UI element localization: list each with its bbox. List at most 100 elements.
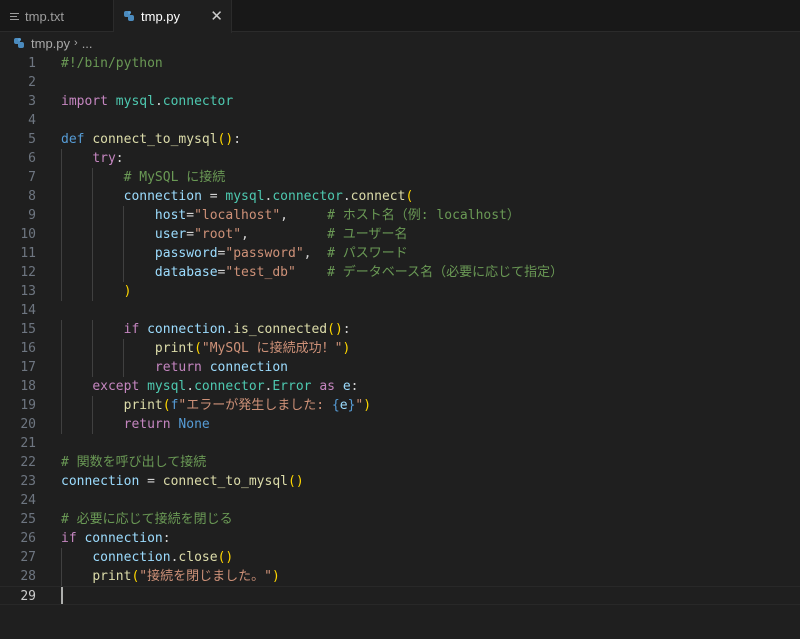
line-code: except mysql.connector.Error as e: (92, 379, 359, 394)
line-number: 10 (20, 227, 36, 242)
line-number: 27 (20, 550, 36, 565)
chevron-right-icon: › (74, 37, 78, 49)
code-line[interactable]: 21 (0, 434, 800, 453)
code-line[interactable]: 12 database="test_db" # データベース名（必要に応じて指定… (0, 263, 800, 282)
code-line[interactable]: 15 if connection.is_connected(): (0, 320, 800, 339)
text-file-icon (10, 12, 19, 21)
code-line[interactable]: 1 #!/bin/python (0, 54, 800, 73)
indent-guide (92, 396, 93, 415)
line-code: user="root", # ユーザー名 (154, 227, 408, 242)
line-number: 21 (20, 436, 36, 451)
tab-tmp-txt[interactable]: tmp.txt (0, 0, 114, 32)
indent-guide (61, 567, 62, 586)
line-code: password="password", # パスワード (154, 246, 408, 261)
indent-guide (92, 415, 93, 434)
line-number: 8 (28, 189, 36, 204)
indent-guide (61, 358, 62, 377)
tab-label: tmp.py (141, 9, 181, 24)
code-line[interactable]: 11 password="password", # パスワード (0, 244, 800, 263)
line-number: 4 (28, 113, 36, 128)
line-code: if connection.is_connected(): (123, 322, 351, 337)
indent-guide (92, 206, 93, 225)
code-line[interactable]: 28 print("接続を閉じました。") (0, 567, 800, 586)
code-line[interactable]: 13 ) (0, 282, 800, 301)
line-number: 14 (20, 303, 36, 318)
line-code: ) (123, 284, 132, 299)
code-line[interactable]: 19 print(f"エラーが発生しました: {e}") (0, 396, 800, 415)
line-number: 19 (20, 398, 36, 413)
line-number: 5 (28, 132, 36, 147)
line-number: 29 (20, 589, 36, 604)
code-line[interactable]: 16 print("MySQL に接続成功！") (0, 339, 800, 358)
line-code: print(f"エラーが発生しました: {e}") (123, 398, 372, 413)
code-line[interactable]: 25 # 必要に応じて接続を閉じる (0, 510, 800, 529)
code-line[interactable]: 10 user="root", # ユーザー名 (0, 225, 800, 244)
indent-guide (92, 187, 93, 206)
line-number: 9 (28, 208, 36, 223)
indent-guide (61, 168, 62, 187)
line-number: 15 (20, 322, 36, 337)
code-line[interactable]: 23 connection = connect_to_mysql() (0, 472, 800, 491)
indent-guide (92, 282, 93, 301)
line-code: # MySQL に接続 (123, 170, 226, 185)
indent-guide (123, 206, 124, 225)
code-editor[interactable]: 1 #!/bin/python 2 3 import mysql.connector 4 5… (0, 54, 800, 639)
indent-guide (123, 244, 124, 263)
close-icon[interactable]: ✕ (210, 7, 223, 25)
breadcrumb-file[interactable]: tmp.py (31, 36, 70, 51)
line-number: 22 (20, 455, 36, 470)
line-code: print("接続を閉じました。") (92, 569, 280, 584)
indent-guide (61, 187, 62, 206)
line-number: 24 (20, 493, 36, 508)
line-code: return connection (154, 360, 288, 375)
line-code: # 必要に応じて接続を閉じる (61, 512, 233, 527)
indent-guide (61, 339, 62, 358)
code-line[interactable]: 6 try: (0, 149, 800, 168)
line-number: 1 (28, 56, 36, 71)
code-line[interactable]: 27 connection.close() (0, 548, 800, 567)
code-line[interactable]: 20 return None (0, 415, 800, 434)
line-number: 23 (20, 474, 36, 489)
code-line[interactable]: 2 (0, 73, 800, 92)
code-line[interactable]: 14 (0, 301, 800, 320)
line-code: host="localhost", # ホスト名（例: localhost） (154, 208, 520, 223)
indent-guide (61, 548, 62, 567)
line-code: database="test_db" # データベース名（必要に応じて指定） (154, 265, 564, 280)
code-line[interactable]: 5 def connect_to_mysql(): (0, 130, 800, 149)
indent-guide (61, 149, 62, 168)
code-line[interactable]: 7 # MySQL に接続 (0, 168, 800, 187)
indent-guide (123, 263, 124, 282)
line-code: print("MySQL に接続成功！") (154, 341, 351, 356)
breadcrumb-more[interactable]: ... (82, 36, 93, 51)
python-icon (14, 37, 25, 49)
code-line[interactable]: 26 if connection: (0, 529, 800, 548)
code-line[interactable]: 17 return connection (0, 358, 800, 377)
text-cursor (61, 587, 63, 604)
python-icon (124, 11, 135, 22)
line-code: if connection: (61, 531, 171, 546)
indent-guide (61, 206, 62, 225)
code-line[interactable]: 18 except mysql.connector.Error as e: (0, 377, 800, 396)
line-number: 6 (28, 151, 36, 166)
line-number: 20 (20, 417, 36, 432)
line-number: 2 (28, 75, 36, 90)
indent-guide (92, 339, 93, 358)
code-line[interactable]: 9 host="localhost", # ホスト名（例: localhost） (0, 206, 800, 225)
code-line[interactable]: 8 connection = mysql.connector.connect( (0, 187, 800, 206)
tab-tmp-py[interactable]: tmp.py ✕ (114, 0, 232, 33)
code-line[interactable]: 22 # 関数を呼び出して接続 (0, 453, 800, 472)
code-line[interactable]: 3 import mysql.connector (0, 92, 800, 111)
code-line[interactable]: 24 (0, 491, 800, 510)
indent-guide (61, 282, 62, 301)
line-number: 12 (20, 265, 36, 280)
code-line[interactable]: 29 (0, 586, 800, 605)
line-number: 3 (28, 94, 36, 109)
indent-guide (61, 320, 62, 339)
indent-guide (61, 263, 62, 282)
line-code: def connect_to_mysql(): (61, 132, 242, 147)
indent-guide (92, 168, 93, 187)
code-line[interactable]: 4 (0, 111, 800, 130)
line-number: 7 (28, 170, 36, 185)
line-code: try: (92, 151, 124, 166)
line-number: 16 (20, 341, 36, 356)
